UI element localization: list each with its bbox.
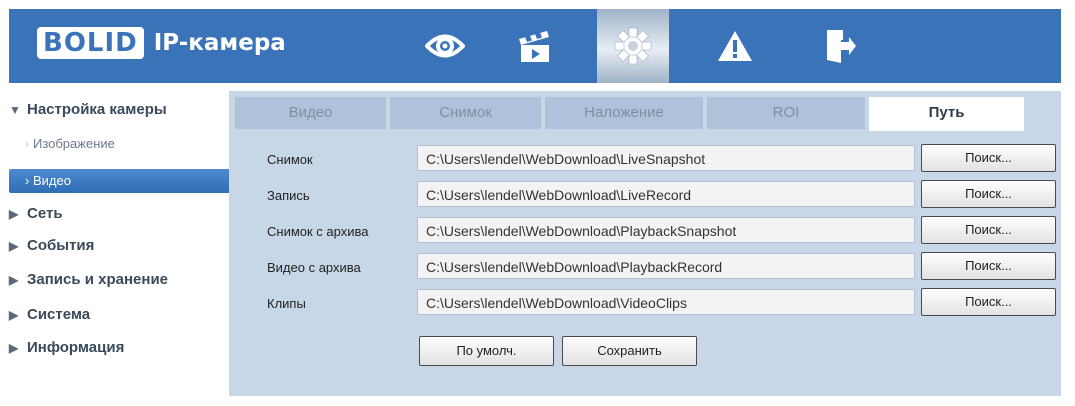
tab-overlay[interactable]: Наложение [545, 97, 703, 129]
caret-right-icon: ▶ [9, 341, 19, 355]
warning-icon [718, 31, 752, 61]
caret-right-icon: ▶ [9, 308, 19, 322]
snapshot-browse-button[interactable]: Поиск... [921, 144, 1056, 172]
nav-playback[interactable] [499, 9, 571, 83]
playback-record-path-field[interactable]: C:\Users\lendel\WebDownload\PlaybackReco… [417, 253, 915, 279]
playback-record-browse-button[interactable]: Поиск... [921, 252, 1056, 280]
nav-alarm[interactable] [699, 9, 771, 83]
gear-icon [614, 27, 652, 65]
clapperboard-icon [519, 31, 549, 62]
default-button[interactable]: По умолч. [419, 336, 554, 366]
nav-logout[interactable] [805, 9, 877, 83]
sidebar-item-events[interactable]: ▶ События [9, 237, 225, 254]
eye-icon [425, 34, 465, 58]
tab-snapshot[interactable]: Снимок [390, 97, 541, 129]
clips-path-label: Клипы [267, 296, 306, 311]
tab-path[interactable]: Путь [869, 97, 1024, 131]
logo: BOLID IP-камера [37, 27, 286, 59]
settings-panel: Видео Снимок Наложение ROI Путь Снимок C… [229, 91, 1061, 396]
caret-right-icon: ▶ [9, 273, 19, 287]
tab-video[interactable]: Видео [235, 97, 386, 129]
record-browse-button[interactable]: Поиск... [921, 180, 1056, 208]
sidebar-item-storage[interactable]: ▶ Запись и хранение [9, 271, 225, 288]
sidebar-item-information[interactable]: ▶ Информация [9, 339, 225, 356]
snapshot-path-field[interactable]: C:\Users\lendel\WebDownload\LiveSnapshot [417, 145, 915, 171]
chevron-right-icon: › [25, 173, 30, 188]
record-path-field[interactable]: C:\Users\lendel\WebDownload\LiveRecord [417, 181, 915, 207]
brand-logo: BOLID [37, 27, 144, 59]
playback-snapshot-browse-button[interactable]: Поиск... [921, 216, 1056, 244]
tab-roi[interactable]: ROI [707, 97, 865, 129]
exit-icon [827, 30, 856, 63]
sidebar-item-image[interactable]: › Изображение [9, 136, 241, 151]
nav-settings[interactable] [597, 9, 669, 83]
clips-path-field[interactable]: C:\Users\lendel\WebDownload\VideoClips [417, 289, 915, 315]
sidebar-item-video[interactable]: › Видео [9, 169, 241, 193]
playback-record-path-label: Видео с архива [267, 260, 361, 275]
caret-right-icon: ▶ [9, 207, 19, 221]
playback-snapshot-path-label: Снимок с архива [267, 224, 369, 239]
snapshot-path-label: Снимок [267, 152, 313, 167]
sidebar-item-camera-settings[interactable]: ▼ Настройка камеры [9, 101, 225, 118]
caret-right-icon: ▶ [9, 239, 19, 253]
chevron-right-icon: › [25, 136, 30, 151]
caret-down-icon: ▼ [9, 103, 21, 117]
playback-snapshot-path-field[interactable]: C:\Users\lendel\WebDownload\PlaybackSnap… [417, 217, 915, 243]
sidebar-item-network[interactable]: ▶ Сеть [9, 205, 225, 222]
header-bar: BOLID IP-камера [9, 9, 1061, 83]
clips-browse-button[interactable]: Поиск... [921, 288, 1056, 316]
nav-live-view[interactable] [409, 9, 481, 83]
save-button[interactable]: Сохранить [562, 336, 697, 366]
app-title: IP-камера [153, 30, 286, 56]
sidebar: ▼ Настройка камеры › Изображение › Видео … [9, 83, 241, 396]
sidebar-item-system[interactable]: ▶ Система [9, 306, 225, 323]
record-path-label: Запись [267, 188, 310, 203]
